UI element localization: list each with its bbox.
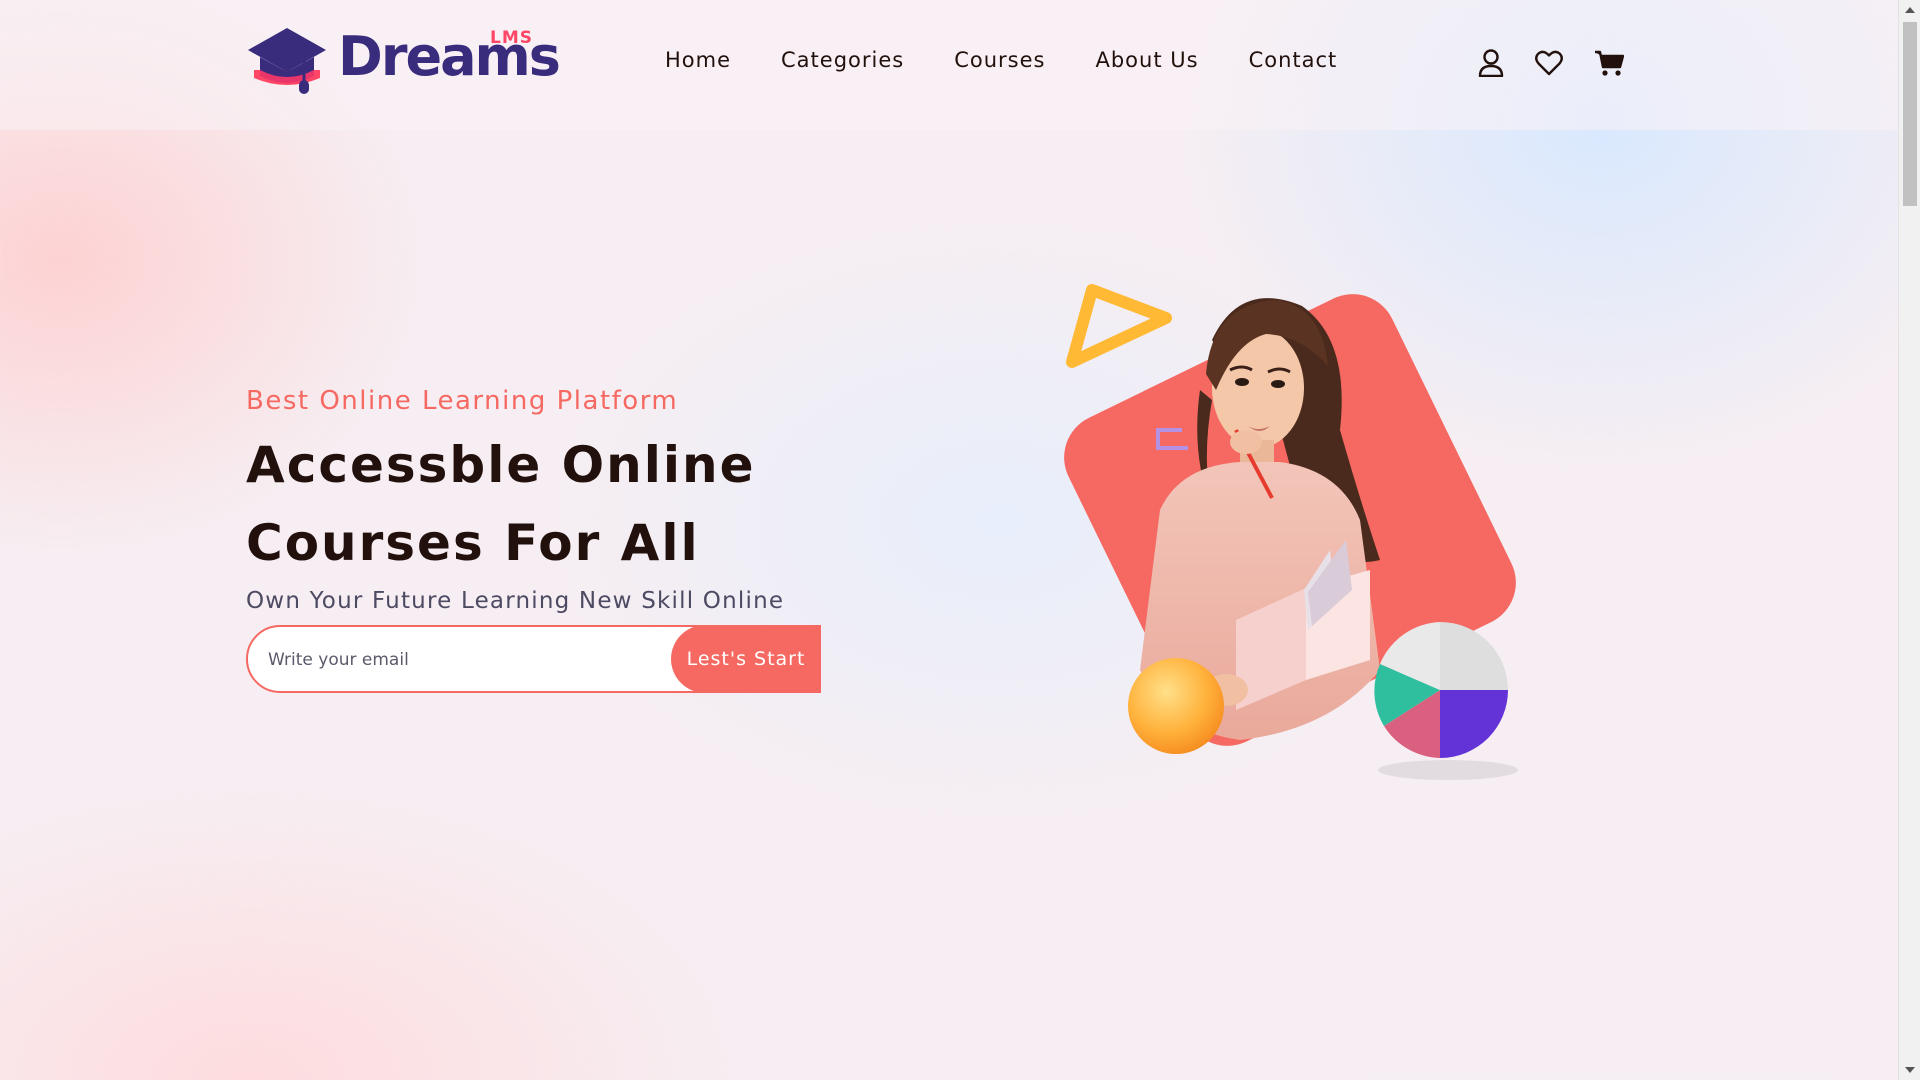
cart-icon[interactable] — [1592, 46, 1626, 80]
page: Dreams LMS Home Categories Courses About… — [0, 0, 1898, 1080]
graduation-cap-icon — [248, 28, 326, 94]
hero-illustration — [1040, 270, 1560, 810]
nav-about-us[interactable]: About Us — [1095, 48, 1198, 72]
scroll-up-icon[interactable] — [1905, 7, 1915, 13]
email-signup-form: Lest's Start — [246, 625, 821, 693]
hero-headline-line1: Accessble Online — [246, 436, 756, 494]
hero-section: Best Online Learning Platform Accessble … — [246, 386, 866, 614]
nav-categories[interactable]: Categories — [781, 48, 904, 72]
email-input[interactable] — [266, 627, 670, 691]
user-icon[interactable] — [1474, 46, 1508, 80]
heart-icon[interactable] — [1532, 46, 1566, 80]
site-header: Dreams LMS Home Categories Courses About… — [0, 0, 1898, 130]
start-button[interactable]: Lest's Start — [671, 627, 819, 691]
nav-home[interactable]: Home — [665, 48, 731, 72]
hero-tagline: Best Online Learning Platform — [246, 386, 679, 416]
hero-headline-line2: Courses For All — [246, 514, 700, 572]
nav-courses[interactable]: Courses — [954, 48, 1045, 72]
vertical-scrollbar[interactable] — [1898, 0, 1920, 1080]
nav-contact[interactable]: Contact — [1249, 48, 1338, 72]
hero-subline: Own Your Future Learning New Skill Onlin… — [246, 588, 785, 614]
header-actions — [1474, 46, 1646, 80]
hero-headline: Accessble Online Courses For All — [246, 426, 866, 582]
main-nav: Home Categories Courses About Us Contact — [665, 48, 1387, 72]
brand-logo[interactable]: Dreams LMS — [246, 26, 561, 98]
brand-badge: LMS — [490, 28, 533, 48]
scroll-thumb[interactable] — [1903, 22, 1917, 206]
scroll-down-icon[interactable] — [1905, 1067, 1915, 1073]
